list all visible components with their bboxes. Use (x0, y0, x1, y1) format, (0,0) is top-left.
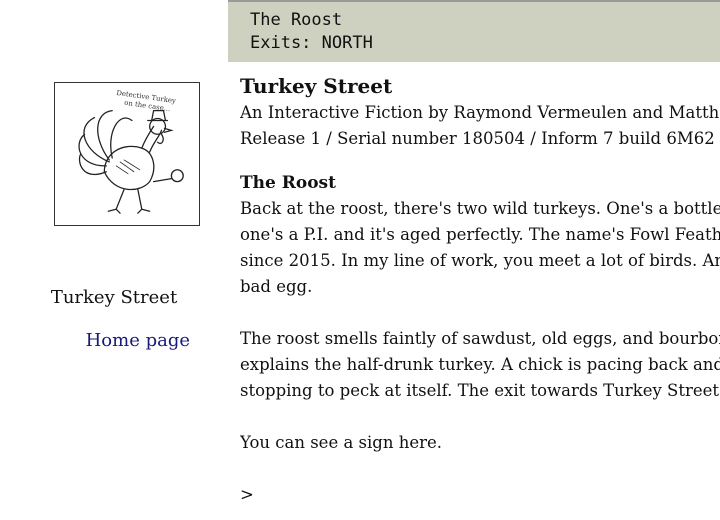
sidebar: Detective Turkey on the case... Turkey S… (0, 0, 228, 520)
story-title: Turkey Street (50, 287, 178, 308)
transcript-window: Turkey Street An Interactive Fiction by … (240, 70, 720, 520)
detail-line: explains the half-drunk turkey. A chick … (240, 355, 720, 374)
description-line: Back at the roost, there's two wild turk… (240, 199, 720, 218)
release-info: Release 1 / Serial number 180504 / Infor… (240, 129, 720, 148)
room-heading: The Roost (240, 173, 336, 193)
command-input[interactable] (253, 485, 660, 505)
detail-line: The roost smells faintly of sawdust, old… (240, 329, 720, 348)
status-location: The Roost (250, 10, 343, 30)
description-line: one's a P.I. and it's aged perfectly. Th… (240, 225, 720, 244)
room-description: Back at the roost, there's two wild turk… (240, 196, 720, 300)
status-bar: The Roost Exits: NORTH (228, 0, 720, 62)
room-detail: The roost smells faintly of sawdust, old… (240, 326, 720, 404)
game-title: Turkey Street (240, 74, 393, 98)
detail-line: stopping to peck at itself. The exit tow… (240, 381, 720, 400)
sign-notice: You can see a sign here. (240, 433, 443, 452)
home-page-link[interactable]: Home page (86, 330, 190, 351)
command-line: > (240, 482, 720, 508)
status-exits: Exits: NORTH (250, 33, 373, 53)
cover-art: Detective Turkey on the case... (54, 82, 200, 226)
description-line: since 2015. In my line of work, you meet… (240, 251, 720, 270)
command-prompt: > (240, 485, 254, 504)
byline: An Interactive Fiction by Raymond Vermeu… (240, 103, 720, 122)
detective-turkey-sketch: Detective Turkey on the case... (78, 89, 184, 214)
description-line: bad egg. (240, 277, 313, 296)
